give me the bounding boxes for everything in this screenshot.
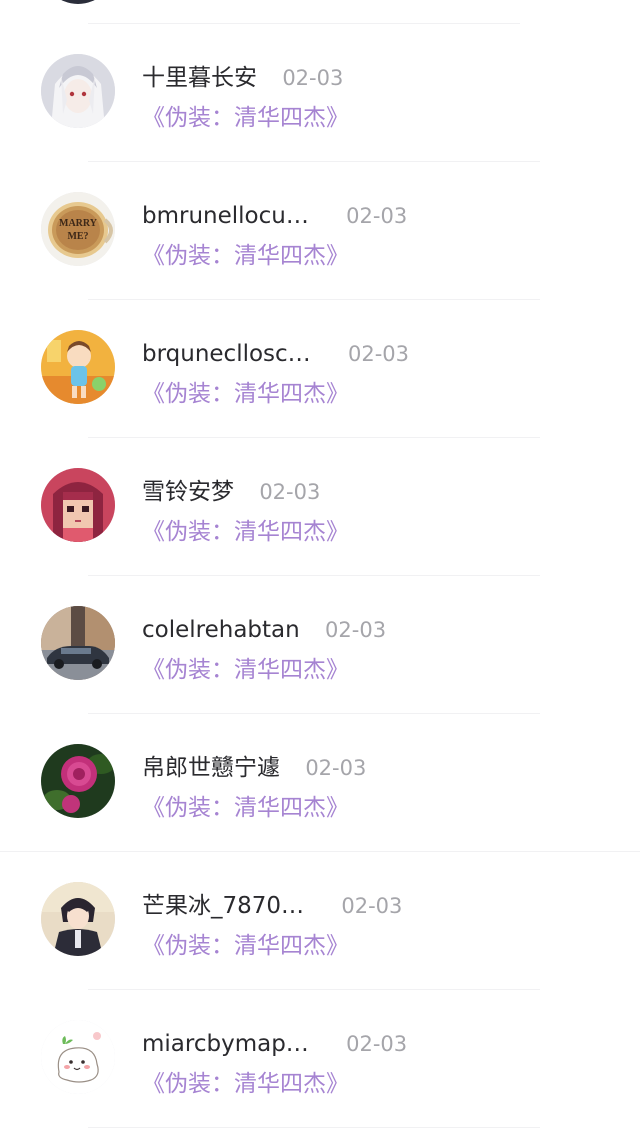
username[interactable]: 帛郎世戆宁遽 02-03 (142, 752, 366, 783)
username-text[interactable]: 雪铃安梦 (142, 476, 234, 506)
anime-white-hair-avatar[interactable] (41, 54, 115, 128)
username[interactable]: bmrunellocu… 02-03 (142, 200, 407, 231)
partial-avatar[interactable] (41, 0, 115, 4)
list-item[interactable]: MARRY ME? bmrunellocu… 02-03 《伪装：清华四杰》 (0, 162, 640, 300)
list-item[interactable]: miarcbymap… 02-03 《伪装：清华四杰》 (0, 990, 640, 1128)
book-title[interactable]: 《伪装：清华四杰》 (142, 517, 349, 547)
book-title[interactable]: 《伪装：清华四杰》 (142, 379, 349, 409)
username[interactable]: brqunecllosc… 02-03 (142, 338, 409, 369)
svg-text:ME?: ME? (67, 231, 88, 242)
book-title[interactable]: 《伪装：清华四杰》 (142, 793, 349, 823)
pink-rose-avatar[interactable] (41, 744, 115, 818)
comment-date: 02-03 (341, 893, 403, 918)
comment-date: 02-03 (348, 341, 410, 366)
username[interactable]: colelrehabtan 02-03 (142, 614, 386, 645)
list-item[interactable]: 十里暮长安 02-03 《伪装：清华四杰》 (0, 24, 640, 162)
list-item[interactable]: 芒果冰_7870… 02-03 《伪装：清华四杰》 (0, 852, 640, 990)
comment-date: 02-03 (259, 479, 321, 504)
username-text[interactable]: 十里暮长安 (142, 62, 257, 92)
comment-date: 02-03 (305, 755, 367, 780)
book-title[interactable]: 《伪装：清华四杰》 (142, 655, 349, 685)
comment-date: 02-03 (282, 65, 344, 90)
list-item[interactable]: colelrehabtan 02-03 《伪装：清华四杰》 (0, 576, 640, 714)
username-text[interactable]: bmrunellocu… (142, 200, 309, 230)
svg-text:MARRY: MARRY (59, 218, 98, 229)
anime-boy-avatar[interactable] (41, 882, 115, 956)
list-item[interactable]: 雪铃安梦 02-03 《伪装：清华四杰》 (0, 438, 640, 576)
cartoon-girl-avatar[interactable] (41, 330, 115, 404)
username[interactable]: 芒果冰_7870… 02-03 (142, 890, 402, 921)
comment-date: 02-03 (346, 203, 408, 228)
username[interactable]: miarcbymap… 02-03 (142, 1028, 407, 1059)
car-street-avatar[interactable] (41, 606, 115, 680)
username[interactable]: 雪铃安梦 02-03 (142, 476, 320, 507)
list-item[interactable]: 帛郎世戆宁遽 02-03 《伪装：清华四杰》 (0, 714, 640, 852)
list-item[interactable]: brqunecllosc… 02-03 《伪装：清华四杰》 (0, 300, 640, 438)
username[interactable]: 十里暮长安 02-03 (142, 62, 343, 93)
marry-me-cup-avatar[interactable]: MARRY ME? (41, 192, 115, 266)
comment-date: 02-03 (346, 1031, 408, 1056)
comment-date: 02-03 (325, 617, 387, 642)
book-title[interactable]: 《伪装：清华四杰》 (142, 1069, 349, 1099)
book-title[interactable]: 《伪装：清华四杰》 (142, 931, 349, 961)
pixel-girl-avatar[interactable] (41, 468, 115, 542)
divider (88, 1127, 540, 1128)
username-text[interactable]: miarcbymap… (142, 1028, 309, 1058)
book-title[interactable]: 《伪装：清华四杰》 (142, 241, 349, 271)
username-text[interactable]: brqunecllosc… (142, 338, 311, 368)
username-text[interactable]: colelrehabtan (142, 614, 300, 644)
username-text[interactable]: 芒果冰_7870… (142, 890, 304, 920)
username-text[interactable]: 帛郎世戆宁遽 (142, 752, 280, 782)
cute-ghost-avatar[interactable] (41, 1020, 115, 1094)
book-title[interactable]: 《伪装：清华四杰》 (142, 103, 349, 133)
